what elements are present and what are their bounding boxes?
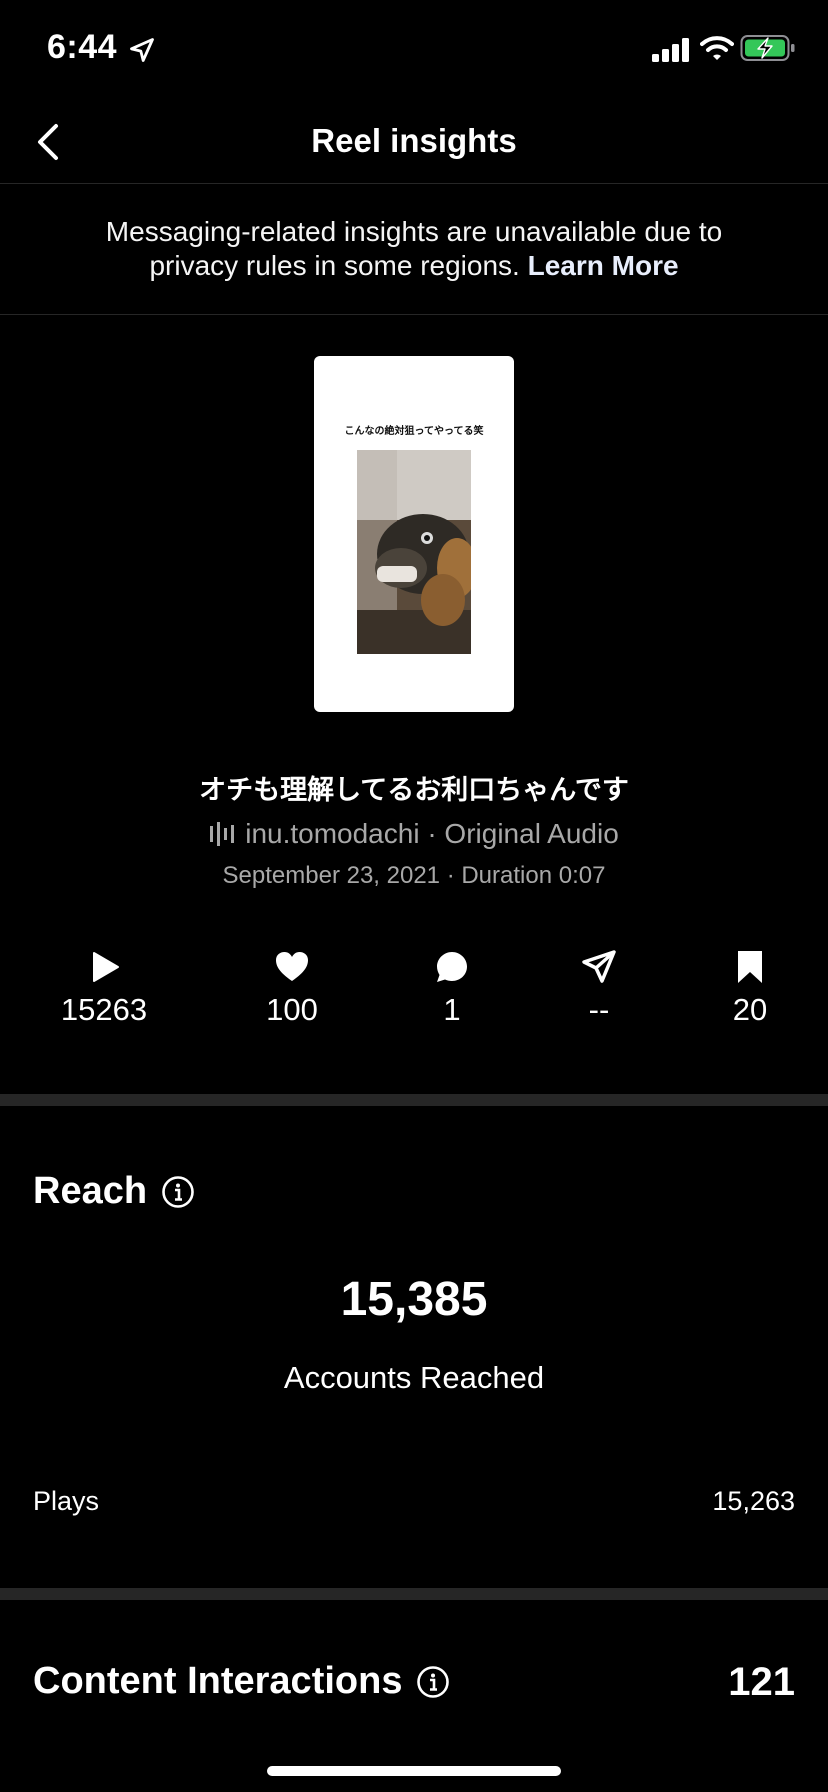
bookmark-icon [738,951,762,983]
plays-row: Plays 15,263 [33,1486,795,1517]
privacy-notice: Messaging-related insights are unavailab… [0,185,828,315]
cellular-signal-icon [652,38,689,62]
stat-likes: 100 [222,950,362,1028]
stat-saves: 20 [680,950,820,1028]
stats-row: 15263 100 1 -- 20 [0,950,828,1040]
content-interactions-title: Content Interactions [33,1660,403,1702]
audio-waveform-icon [210,822,235,846]
audio-label: inu.tomodachi · Original Audio [245,818,619,849]
saves-count: 20 [732,992,768,1027]
heart-icon [276,952,308,981]
location-arrow-icon [130,38,154,62]
comments-count: 1 [443,992,461,1027]
audio-row[interactable]: inu.tomodachi · Original Audio [0,818,828,850]
content-interactions-value: 121 [728,1660,795,1704]
learn-more-link[interactable]: Learn More [528,250,679,281]
play-icon [93,952,119,982]
header: Reel insights [0,100,828,184]
plays-label: Plays [33,1486,100,1516]
section-divider [0,1588,828,1600]
reel-thumbnail[interactable]: こんなの絶対狙ってやってる笑 [314,356,514,712]
info-icon[interactable] [416,1665,450,1699]
shares-count: -- [588,992,610,1027]
date-duration: September 23, 2021 · Duration 0:07 [222,862,606,889]
thumbnail-caption: こんなの絶対狙ってやってる笑 [344,426,484,437]
share-paper-plane-icon [582,950,616,983]
stat-plays: 15263 [34,950,174,1028]
status-time: 6:44 [47,28,118,66]
page-title: Reel insights [311,122,517,159]
info-icon[interactable] [161,1175,195,1209]
reach-value: 15,385 [340,1273,488,1326]
plays-count: 15263 [60,992,148,1027]
reel-title: オチも理解してるお利口ちゃんです [199,775,629,806]
reach-heading: Reach [33,1170,195,1213]
battery-charging-icon [740,35,795,61]
stat-shares: -- [529,950,669,1028]
comment-bubble-icon [437,952,467,982]
section-divider [0,1094,828,1106]
content-interactions-heading: Content Interactions [33,1660,450,1703]
wifi-icon [700,36,734,60]
status-bar: 6:44 [0,0,828,100]
reach-title: Reach [33,1170,148,1212]
likes-count: 100 [266,992,318,1027]
dog-video-frame-image [357,450,471,654]
accounts-reached-label: Accounts Reached [283,1360,545,1395]
stat-comments: 1 [382,950,522,1028]
home-indicator[interactable] [267,1766,561,1776]
plays-value: 15,263 [712,1486,795,1516]
